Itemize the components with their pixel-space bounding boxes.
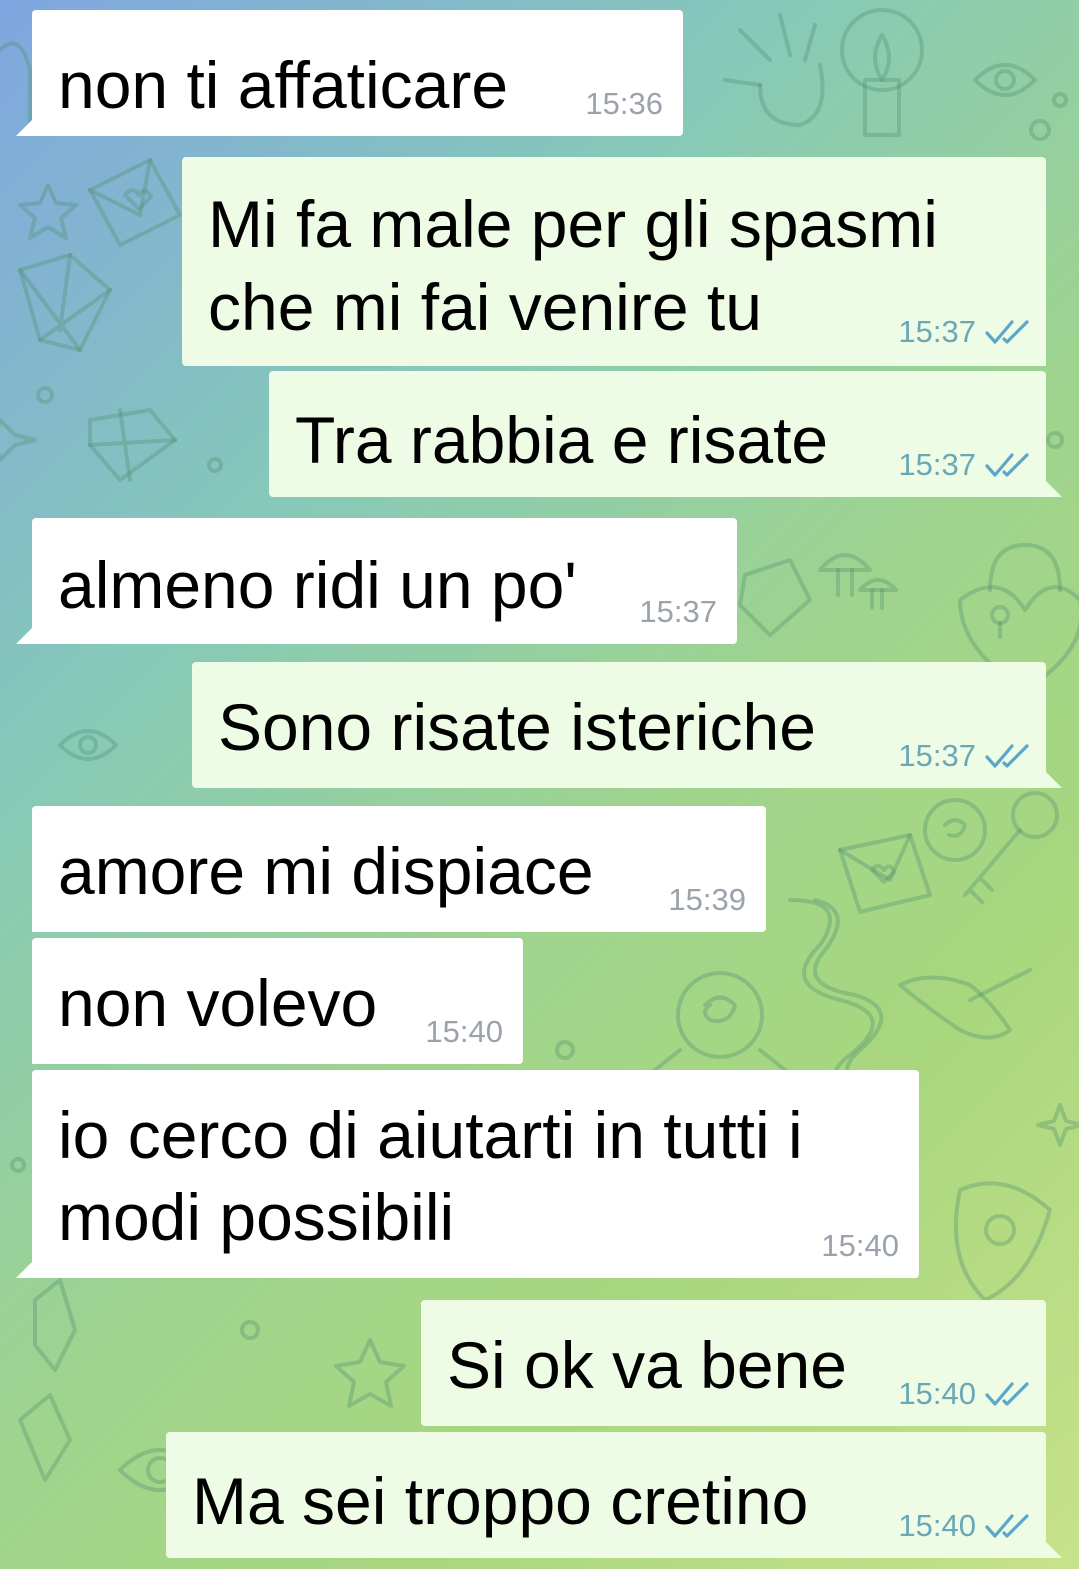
message-time: 15:40 — [425, 1014, 503, 1049]
message-time: 15:40 — [898, 1508, 976, 1543]
message-time: 15:37 — [639, 594, 717, 629]
outgoing-message[interactable]: Si ok va bene 15:40 — [421, 1300, 1046, 1426]
read-double-check-icon — [985, 1514, 1029, 1538]
incoming-message[interactable]: non volevo 15:40 — [32, 938, 523, 1064]
incoming-message[interactable]: almeno ridi un po' 15:37 — [16, 518, 737, 644]
message-meta: 15:40 — [898, 1508, 1030, 1544]
message-meta: 15:40 — [425, 1014, 503, 1050]
message-meta: 15:39 — [668, 882, 746, 918]
message-time: 15:40 — [821, 1228, 899, 1263]
message-text: Si ok va bene — [447, 1328, 847, 1402]
message-time: 15:37 — [898, 314, 976, 349]
message-text: Tra rabbia e risate — [295, 403, 829, 477]
message-text: che mi fai venire tu — [208, 270, 762, 344]
read-double-check-icon — [985, 320, 1029, 344]
message-text: Mi fa male per gli spasmi — [208, 187, 938, 261]
read-double-check-icon — [985, 744, 1029, 768]
message-time: 15:36 — [585, 86, 663, 121]
outgoing-message[interactable]: Tra rabbia e risate 15:37 — [269, 371, 1062, 497]
message-text: Ma sei troppo cretino — [192, 1464, 809, 1538]
message-text: non volevo — [58, 966, 378, 1040]
incoming-message[interactable]: amore mi dispiace 15:39 — [32, 806, 766, 932]
message-meta: 15:37 — [639, 594, 717, 630]
message-meta: 15:40 — [898, 1376, 1030, 1412]
outgoing-message[interactable]: Sono risate isteriche 15:37 — [192, 662, 1062, 788]
chat-message-list[interactable]: non ti affaticare 15:36 Mi fa male per g… — [0, 0, 1079, 1569]
outgoing-message[interactable]: Ma sei troppo cretino 15:40 — [166, 1432, 1062, 1558]
message-time: 15:37 — [898, 447, 976, 482]
message-text: almeno ridi un po' — [58, 548, 577, 622]
message-text: io cerco di aiutarti in tutti i — [58, 1098, 803, 1172]
message-meta: 15:37 — [898, 447, 1030, 483]
incoming-message[interactable]: io cerco di aiutarti in tutti i modi pos… — [16, 1070, 919, 1278]
message-text: Sono risate isteriche — [218, 690, 816, 764]
message-time: 15:40 — [898, 1376, 976, 1411]
message-time: 15:39 — [668, 882, 746, 917]
read-double-check-icon — [985, 1382, 1029, 1406]
message-meta: 15:40 — [821, 1228, 899, 1264]
message-text: amore mi dispiace — [58, 834, 594, 908]
read-double-check-icon — [985, 453, 1029, 477]
message-meta: 15:37 — [898, 314, 1030, 350]
message-time: 15:37 — [898, 738, 976, 773]
incoming-message[interactable]: non ti affaticare 15:36 — [16, 10, 683, 136]
message-text: modi possibili — [58, 1180, 455, 1254]
message-meta: 15:37 — [898, 738, 1030, 774]
message-meta: 15:36 — [585, 86, 663, 122]
message-text: non ti affaticare — [58, 48, 509, 122]
outgoing-message[interactable]: Mi fa male per gli spasmi che mi fai ven… — [182, 157, 1046, 366]
